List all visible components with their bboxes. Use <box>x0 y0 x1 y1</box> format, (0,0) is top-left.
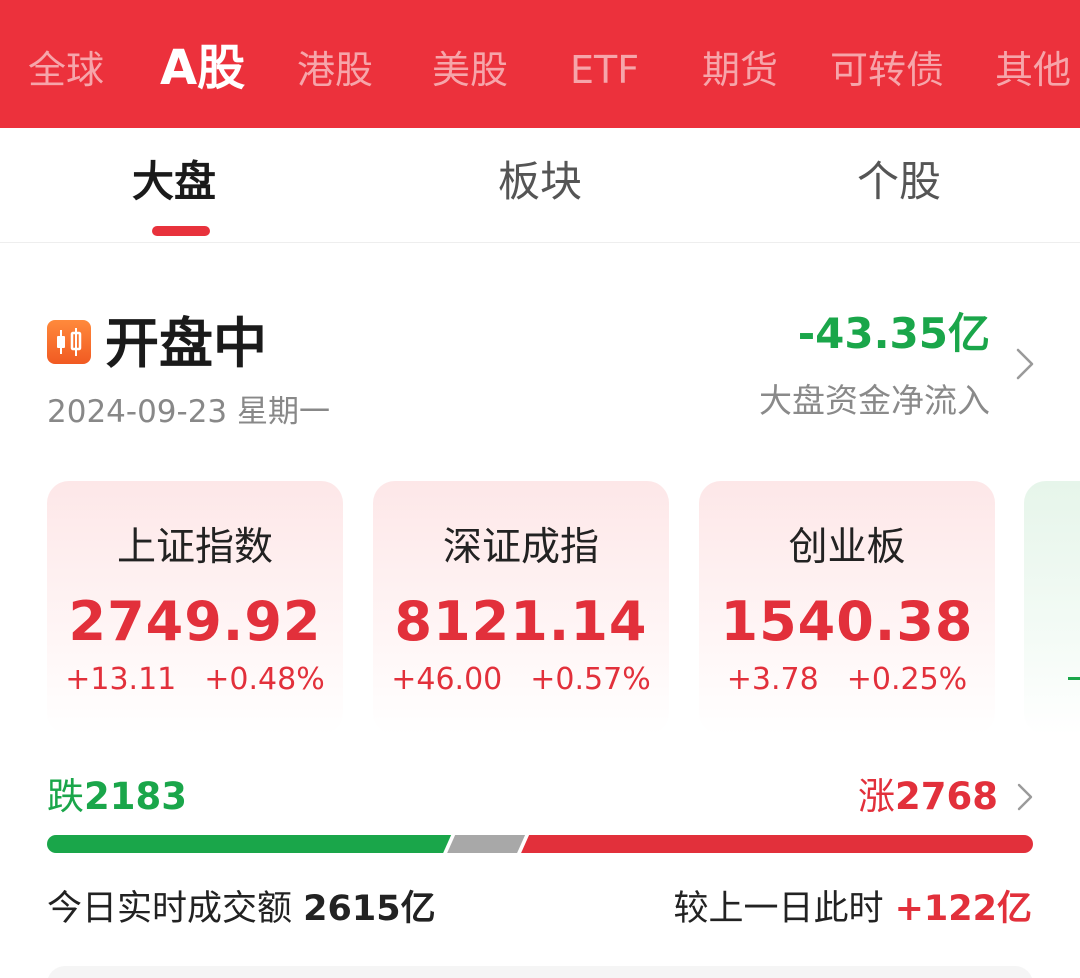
tab-a-shares[interactable]: A股 <box>160 40 245 96</box>
index-change-points: +3.78 <box>726 662 819 697</box>
index-card-partial[interactable] <box>1024 481 1080 735</box>
index-value: 2749.92 <box>68 590 322 653</box>
declining-label: 跌 <box>47 775 84 818</box>
tab-etf[interactable]: ETF <box>570 42 639 98</box>
comparison-label: 较上一日此时 <box>673 889 884 929</box>
next-section-card <box>47 966 1033 978</box>
declining-count[interactable]: 跌2183 <box>47 772 187 822</box>
net-fund-flow-label[interactable]: 大盘资金净流入 <box>759 378 990 424</box>
turnover: 今日实时成交额 2615亿 <box>47 884 436 934</box>
tab-sectors[interactable]: 板块 <box>498 152 582 212</box>
tab-other[interactable]: 其他 <box>995 42 1071 98</box>
tab-global[interactable]: 全球 <box>28 42 104 98</box>
partial-card-change-mark <box>1068 677 1080 680</box>
chevron-right-icon[interactable] <box>1012 346 1038 382</box>
advance-segment <box>521 835 1033 853</box>
advancing-number: 2768 <box>895 775 998 818</box>
index-change: +46.00 +0.57% <box>373 659 669 701</box>
market-status-title: 开盘中 <box>105 312 267 375</box>
advancing-label: 涨 <box>858 775 896 818</box>
index-name: 上证指数 <box>116 525 273 570</box>
advance-decline-bar <box>47 835 1033 853</box>
tab-hk-stocks[interactable]: 港股 <box>297 42 373 98</box>
index-change: +3.78 +0.25% <box>699 659 995 701</box>
index-change-percent: +0.57% <box>530 662 651 697</box>
index-name: 深证成指 <box>442 525 599 570</box>
index-change: +13.11 +0.48% <box>47 659 343 701</box>
index-change-points: +46.00 <box>391 662 503 697</box>
candlestick-icon <box>47 320 91 364</box>
tab-us-stocks[interactable]: 美股 <box>432 42 508 98</box>
index-card-shenzhen[interactable]: 深证成指 8121.14 +46.00 +0.57% <box>373 481 669 735</box>
comparison-value: +122亿 <box>894 889 1032 929</box>
tab-overview[interactable]: 大盘 <box>132 152 216 212</box>
index-name: 创业板 <box>788 525 906 570</box>
advancing-count[interactable]: 涨2768 <box>858 772 998 822</box>
index-card-chinext[interactable]: 创业板 1540.38 +3.78 +0.25% <box>699 481 995 735</box>
sub-tab-bar: 大盘 板块 个股 <box>0 128 1080 243</box>
tab-individual-stocks[interactable]: 个股 <box>857 152 941 212</box>
tab-convertible-bonds[interactable]: 可转债 <box>830 42 944 98</box>
market-tab-bar: 全球 A股 港股 美股 ETF 期货 可转债 其他 <box>0 0 1080 128</box>
turnover-label: 今日实时成交额 <box>47 889 293 929</box>
declining-number: 2183 <box>84 775 187 818</box>
flat-segment <box>447 835 526 853</box>
decline-segment <box>47 835 452 853</box>
index-value: 1540.38 <box>720 590 974 653</box>
net-fund-flow-value[interactable]: -43.35亿 <box>798 306 990 362</box>
index-change-percent: +0.25% <box>846 662 968 697</box>
trading-date: 2024-09-23 星期一 <box>47 394 331 430</box>
tab-futures[interactable]: 期货 <box>702 42 778 98</box>
chevron-right-icon[interactable] <box>1014 782 1036 812</box>
turnover-comparison: 较上一日此时 +122亿 <box>673 884 1032 934</box>
turnover-value: 2615亿 <box>303 889 436 929</box>
index-change-percent: +0.48% <box>204 662 325 697</box>
active-tab-indicator <box>152 226 210 236</box>
index-card-shanghai[interactable]: 上证指数 2749.92 +13.11 +0.48% <box>47 481 343 735</box>
index-change-points: +13.11 <box>65 662 177 697</box>
index-value: 8121.14 <box>394 590 648 653</box>
